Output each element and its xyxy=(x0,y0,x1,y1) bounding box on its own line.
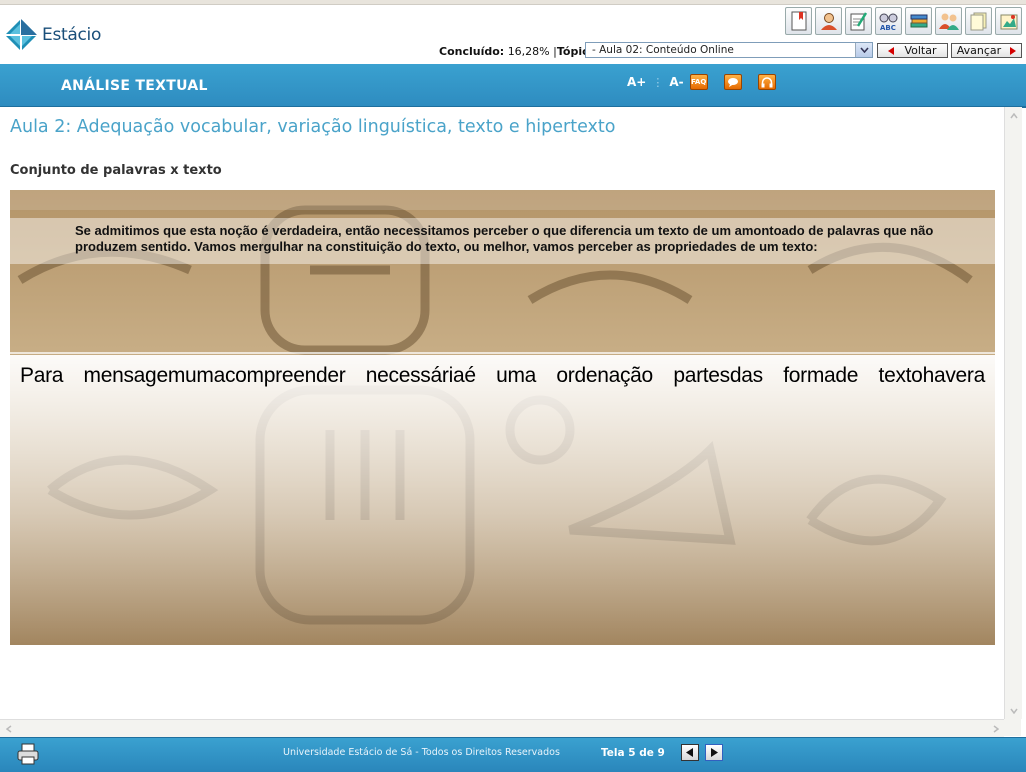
section-title: Conjunto de palavras x texto xyxy=(10,163,222,178)
copyright-text: Universidade Estácio de Sá - Todos os Di… xyxy=(283,747,560,758)
word-11: forma xyxy=(783,364,836,387)
word-4: compreender xyxy=(224,364,346,387)
logo-diamond-icon xyxy=(4,18,38,52)
course-header-bar: ANÁLISE TEXTUAL A+ ⋮ A- FAQ xyxy=(0,64,1026,108)
arrow-left-icon xyxy=(888,46,895,55)
screen-counter: Tela 5 de 9 xyxy=(601,747,665,759)
scroll-left-icon[interactable] xyxy=(0,720,17,737)
forward-button[interactable]: Avançar xyxy=(951,43,1022,58)
back-button[interactable]: Voltar xyxy=(877,43,948,58)
accessibility-tools: A+ ⋮ A- FAQ xyxy=(627,74,776,90)
chat-icon[interactable] xyxy=(723,74,742,90)
scroll-up-icon[interactable] xyxy=(1005,107,1022,124)
lesson-content: Aula 2: Adequação vocabular, variação li… xyxy=(0,107,1004,719)
topic-select-value: - Aula 02: Conteúdo Online xyxy=(592,44,734,56)
map-icon[interactable] xyxy=(995,7,1022,35)
footer-bar: Universidade Estácio de Sá - Todos os Di… xyxy=(0,737,1026,772)
word-3: uma xyxy=(185,364,225,387)
word-7: uma xyxy=(496,364,537,387)
top-border xyxy=(0,0,1026,5)
hieroglyph-illustration: Se admitimos que esta noção é verdadeira… xyxy=(10,190,995,645)
horizontal-scrollbar[interactable] xyxy=(0,719,1004,737)
word-6: é xyxy=(464,364,476,387)
print-icon[interactable] xyxy=(16,743,40,769)
word-8: ordenação xyxy=(556,364,653,387)
back-button-label: Voltar xyxy=(904,44,937,57)
word-10: das xyxy=(729,364,763,387)
forum-icon[interactable] xyxy=(935,7,962,35)
scrollbar-corner xyxy=(1004,719,1021,736)
font-decrease-button[interactable]: A- xyxy=(669,75,683,89)
scroll-down-icon[interactable] xyxy=(1005,702,1022,719)
arrow-right-icon xyxy=(1010,46,1017,55)
tutor-icon[interactable] xyxy=(815,7,842,35)
word-1: Para xyxy=(20,364,64,387)
faq-icon[interactable]: FAQ xyxy=(689,74,708,90)
chevron-down-icon[interactable] xyxy=(855,43,872,57)
word-15: a xyxy=(973,364,986,387)
glossary-icon[interactable]: ABC xyxy=(875,7,902,35)
notes-icon[interactable] xyxy=(845,7,872,35)
vertical-scrollbar[interactable] xyxy=(1004,107,1022,719)
tools-divider: ⋮ xyxy=(652,75,664,89)
scrambled-sentence: Para mensagem uma compreender necessária é … xyxy=(20,364,985,388)
scroll-right-icon[interactable] xyxy=(987,720,1004,737)
bookmark-icon[interactable] xyxy=(785,7,812,35)
documents-icon[interactable] xyxy=(965,7,992,35)
intro-paragraph: Se admitimos que esta noção é verdadeira… xyxy=(75,223,934,254)
word-12: de xyxy=(835,364,859,387)
progress-status: Concluído: 16,28% | Tópico xyxy=(439,43,596,59)
topic-select[interactable]: - Aula 02: Conteúdo Online xyxy=(585,42,873,58)
word-5: necessária xyxy=(365,364,465,387)
word-13: texto xyxy=(878,364,923,387)
estacio-logo[interactable]: Estácio xyxy=(4,18,101,52)
library-icon[interactable] xyxy=(905,7,932,35)
course-title: ANÁLISE TEXTUAL xyxy=(61,78,208,94)
forward-button-label: Avançar xyxy=(956,44,1002,57)
tool-icons: ABC xyxy=(785,7,1022,35)
word-2: mensagem xyxy=(83,364,186,387)
word-9: partes xyxy=(673,364,730,387)
page-title: Aula 2: Adequação vocabular, variação li… xyxy=(10,117,616,137)
headphones-icon[interactable] xyxy=(757,74,776,90)
word-14: haver xyxy=(922,364,974,387)
completed-value: 16,28% xyxy=(507,44,550,58)
font-increase-button[interactable]: A+ xyxy=(627,75,646,89)
next-screen-button[interactable] xyxy=(705,744,723,761)
completed-label: Concluído: xyxy=(439,44,505,58)
svg-text:ABC: ABC xyxy=(880,24,896,31)
brand-name: Estácio xyxy=(42,25,102,45)
prev-screen-button[interactable] xyxy=(681,744,699,761)
